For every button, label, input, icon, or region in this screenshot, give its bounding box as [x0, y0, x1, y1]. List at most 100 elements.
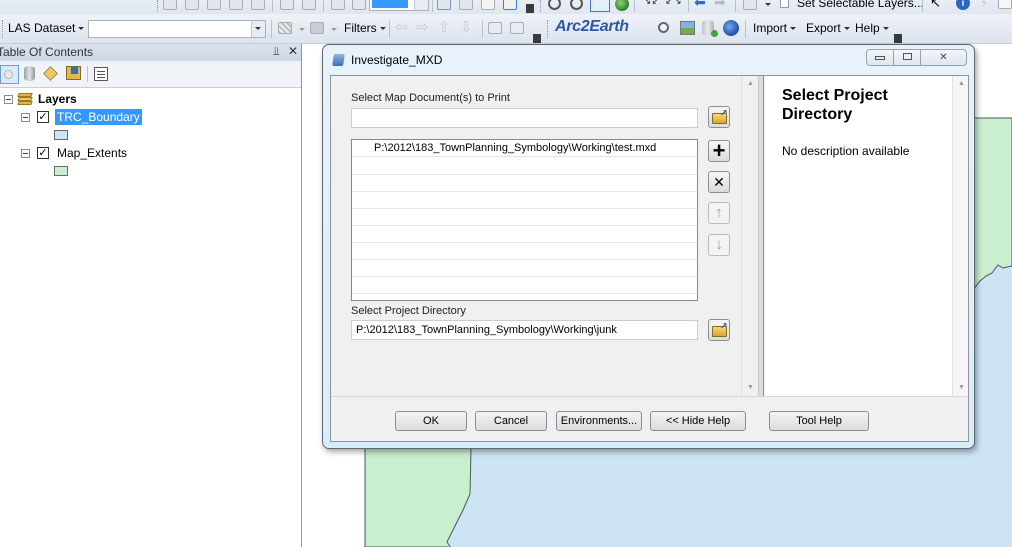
refresh-icon[interactable]: [229, 0, 243, 10]
image-export-icon[interactable]: [680, 21, 695, 35]
chevron-down-icon[interactable]: [299, 28, 305, 31]
export-menu[interactable]: Export: [806, 21, 850, 35]
zoom-percent-combo[interactable]: 100%: [369, 0, 429, 11]
pan-icon[interactable]: [590, 0, 610, 12]
hide-help-button[interactable]: << Hide Help: [650, 411, 746, 431]
move-down-button[interactable]: ↓: [708, 234, 730, 256]
zoom-in-fixed-icon[interactable]: [280, 0, 294, 10]
toolbar-grip[interactable]: [547, 20, 549, 38]
checkbox-icon[interactable]: [780, 0, 789, 8]
environments-button[interactable]: Environments...: [556, 411, 642, 431]
pane-splitter[interactable]: [758, 76, 764, 396]
fixed-zoom-out-icon[interactable]: ↙↘: [665, 0, 682, 7]
minimize-button[interactable]: [866, 49, 894, 66]
las-dataset-combo[interactable]: [88, 20, 266, 38]
browse-map-docs-button[interactable]: ↗: [708, 106, 730, 128]
profile-view-icon[interactable]: [488, 22, 502, 34]
full-extent-globe-icon[interactable]: [615, 0, 629, 11]
options-icon[interactable]: [94, 67, 108, 81]
list-by-source-icon[interactable]: [24, 66, 35, 81]
go-back-extent-icon[interactable]: [331, 0, 345, 10]
hyperlink-icon[interactable]: ⚡: [980, 0, 988, 10]
help-menu[interactable]: Help: [855, 21, 889, 35]
toolbar-grip[interactable]: [2, 20, 4, 38]
toolbar-grip[interactable]: [540, 0, 542, 12]
go-forward-extent-icon[interactable]: [352, 0, 366, 10]
html-popup-icon[interactable]: [998, 0, 1012, 9]
data-frame-layers-label[interactable]: Layers: [38, 92, 77, 106]
tool-help-button[interactable]: Tool Help: [769, 411, 869, 431]
arrow-up-icon[interactable]: ⇧: [438, 18, 451, 36]
cancel-button[interactable]: Cancel: [475, 411, 547, 431]
globe-icon[interactable]: [723, 20, 739, 36]
import-menu[interactable]: Import: [753, 21, 797, 35]
move-up-button[interactable]: ↑: [708, 202, 730, 224]
pin-icon[interactable]: ⫫: [273, 44, 280, 59]
select-elements-icon[interactable]: [743, 0, 757, 10]
close-button[interactable]: ✕: [920, 49, 967, 66]
close-icon[interactable]: ✕: [288, 44, 298, 58]
layer-symbol-swatch[interactable]: [54, 130, 68, 140]
chevron-down-icon[interactable]: [765, 3, 771, 6]
filters-menu[interactable]: Filters: [344, 21, 386, 35]
chevron-down-icon[interactable]: [331, 28, 337, 31]
3d-view-icon[interactable]: [510, 22, 524, 34]
browse-project-dir-button[interactable]: ↗: [708, 319, 730, 341]
scroll-down-icon[interactable]: ▼: [747, 384, 754, 391]
arrow-left-icon[interactable]: ⇦: [395, 18, 408, 36]
chevron-down-icon[interactable]: [251, 21, 265, 37]
select-features-icon[interactable]: [163, 0, 177, 10]
identify-icon[interactable]: i: [956, 0, 970, 10]
data-driven-pages-icon[interactable]: [503, 0, 517, 10]
map-docs-input[interactable]: [351, 108, 698, 128]
collapse-icon[interactable]: [21, 113, 30, 122]
select-pointer-icon[interactable]: ↖: [930, 0, 941, 11]
arrow-right-icon[interactable]: ⇨: [416, 18, 429, 36]
pan-tool-icon[interactable]: [207, 0, 221, 10]
zoom-out-icon[interactable]: [570, 0, 583, 10]
parameters-scrollbar[interactable]: ▲ ▼: [741, 76, 757, 396]
toolbar-overflow-icon[interactable]: [894, 34, 902, 43]
scroll-up-icon[interactable]: ▲: [747, 80, 754, 87]
maximize-button[interactable]: [893, 49, 921, 66]
arrow-down-icon[interactable]: ⇩: [460, 18, 473, 36]
zoom-out-fixed-icon[interactable]: [302, 0, 316, 10]
add-row-button[interactable]: +: [708, 140, 730, 162]
toolbar-overflow-icon[interactable]: [533, 34, 541, 43]
ok-button[interactable]: OK: [395, 411, 467, 431]
las-dataset-menu[interactable]: LAS Dataset: [8, 21, 85, 35]
toggle-draft-mode-icon[interactable]: [437, 0, 451, 10]
remove-row-button[interactable]: ✕: [708, 171, 730, 193]
list-by-visibility-icon[interactable]: [43, 66, 58, 81]
layer-symbol-swatch[interactable]: [54, 166, 68, 176]
collapse-icon[interactable]: [4, 95, 13, 104]
fixed-zoom-in-icon[interactable]: ↘↙: [643, 0, 660, 7]
toolbar-overflow-icon[interactable]: [526, 4, 534, 13]
scroll-down-icon[interactable]: ▼: [958, 384, 965, 391]
list-by-drawing-order-icon[interactable]: [0, 65, 19, 84]
help-scrollbar[interactable]: ▲ ▼: [952, 76, 968, 396]
zoom-in-icon[interactable]: [548, 0, 561, 10]
project-dir-input[interactable]: P:\2012\183_TownPlanning_Symbology\Worki…: [351, 320, 698, 340]
magnifier-icon[interactable]: [658, 22, 669, 33]
chevron-down-icon[interactable]: [414, 0, 428, 10]
forward-arrow-icon[interactable]: ➡: [714, 0, 726, 11]
full-page-icon[interactable]: [251, 0, 265, 10]
map-docs-list[interactable]: P:\2012\183_TownPlanning_Symbology\Worki…: [351, 139, 698, 301]
focus-data-frame-icon[interactable]: [459, 0, 473, 10]
list-item[interactable]: P:\2012\183_TownPlanning_Symbology\Worki…: [352, 140, 697, 157]
toolbar-grip[interactable]: [157, 0, 159, 12]
layer-visibility-checkbox[interactable]: ✓: [37, 111, 49, 123]
set-selectable-layers-label[interactable]: Set Selectable Layers...: [797, 0, 924, 10]
clear-selection-icon[interactable]: [185, 0, 199, 10]
point-symbology-icon[interactable]: [278, 22, 292, 34]
layer-name-map-extents[interactable]: Map_Extents: [57, 146, 127, 160]
change-layout-icon[interactable]: [481, 0, 495, 10]
surface-symbology-icon[interactable]: [310, 22, 324, 34]
layer-visibility-checkbox[interactable]: ✓: [37, 147, 49, 159]
collapse-icon[interactable]: [21, 149, 30, 158]
scroll-up-icon[interactable]: ▲: [958, 80, 965, 87]
layer-name-trc-boundary[interactable]: TRC_Boundary: [55, 109, 142, 125]
list-by-selection-icon[interactable]: [66, 66, 81, 80]
back-arrow-icon[interactable]: ⬅: [694, 0, 706, 11]
